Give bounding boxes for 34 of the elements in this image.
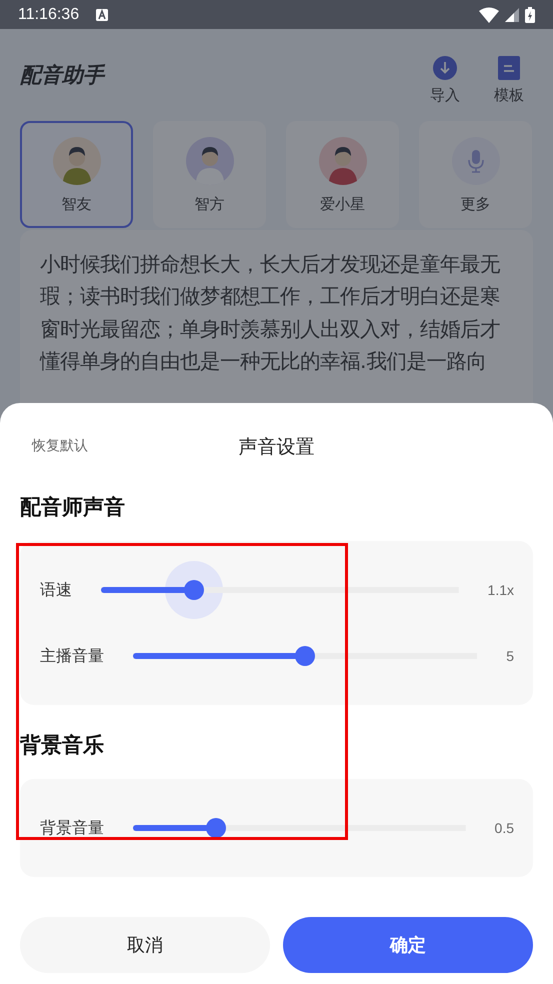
sheet-title: 声音设置 <box>238 435 314 460</box>
slider-value: 5 <box>506 648 514 664</box>
avatar <box>186 137 234 185</box>
download-icon <box>433 56 457 80</box>
slider-thumb[interactable] <box>206 818 226 838</box>
slider-value: 0.5 <box>494 820 514 836</box>
slider-thumb[interactable] <box>184 580 204 600</box>
slider-label: 主播音量 <box>40 646 104 666</box>
section-title: 配音师声音 <box>20 494 126 521</box>
toolbar-button[interactable]: 导入 <box>421 56 469 104</box>
confirm-button[interactable]: 确定 <box>283 917 533 973</box>
battery-icon <box>525 6 535 22</box>
avatar <box>52 137 100 185</box>
keyboard-notification-icon <box>95 8 110 22</box>
voice-card[interactable]: 智友 <box>20 121 133 228</box>
cancel-button[interactable]: 取消 <box>20 917 270 973</box>
voice-card[interactable]: 智方 <box>153 121 266 228</box>
slider-thumb[interactable] <box>295 646 316 666</box>
slider-label: 语速 <box>40 580 72 600</box>
status-time: 11:16:36 <box>18 6 80 24</box>
wifi-icon <box>479 6 499 22</box>
voice-card[interactable]: 更多 <box>419 121 532 228</box>
reset-button[interactable]: 恢复默认 <box>32 437 88 455</box>
voice-card[interactable]: 爱小星 <box>286 121 399 228</box>
script-text: 小时候我们拼命想长大，长大后才发现还是童年最无瑕；读书时我们做梦都想工作，工作后才明白还是寒窗时光最留恋；单身时羡慕别人出双入对，结婚后才懂得单身的自由也是一种无比的幸福.我们是一路向 <box>40 251 502 375</box>
signal-icon <box>505 8 519 22</box>
microphone-icon <box>452 137 500 185</box>
app-title: 配音助手 <box>20 62 104 89</box>
toolbar-button[interactable]: 模板 <box>485 56 533 104</box>
section-title: 背景音乐 <box>20 732 105 759</box>
slider-value: 1.1x <box>488 582 514 598</box>
slider-label: 背景音量 <box>40 818 104 838</box>
avatar <box>318 137 366 185</box>
document-icon <box>497 56 521 80</box>
